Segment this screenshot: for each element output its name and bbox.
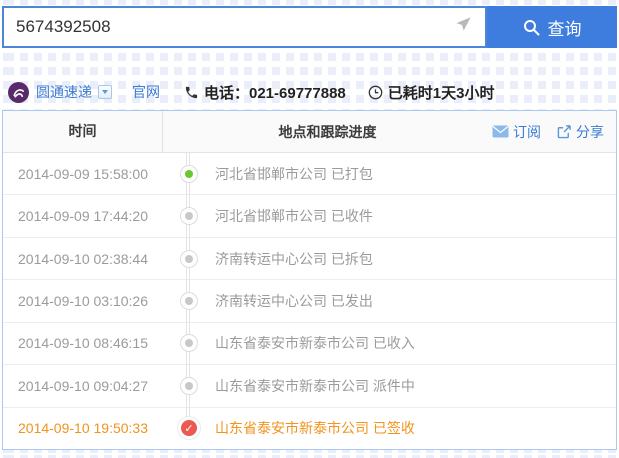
table-header: 时间 地点和跟踪进度 订阅 分享 bbox=[3, 111, 616, 153]
courier-dropdown-button[interactable] bbox=[98, 85, 112, 99]
subscribe-link[interactable]: 订阅 bbox=[492, 122, 541, 142]
row-status: 河北省邯郸市公司 已打包 bbox=[215, 165, 373, 182]
row-status: 河北省邯郸市公司 已收件 bbox=[215, 208, 373, 225]
table-row: 2014-09-09 17:44:20 河北省邯郸市公司 已收件 bbox=[3, 194, 616, 238]
timeline-dot-inner bbox=[185, 381, 193, 390]
table-body: 2014-09-09 15:58:00 河北省邯郸市公司 已打包 2014-09… bbox=[3, 152, 616, 449]
phone-group: 电话：021-69777888 bbox=[184, 82, 346, 103]
timeline-dot-icon bbox=[180, 291, 198, 310]
row-time: 2014-09-10 19:50:33 bbox=[18, 420, 148, 437]
package-tracking-page: { "search": { "value": "5674392508", "bu… bbox=[0, 0, 619, 458]
timeline-dot-icon bbox=[180, 207, 198, 226]
timeline-dot-icon bbox=[180, 249, 198, 268]
timeline-dot-inner bbox=[185, 339, 193, 348]
paper-plane-icon[interactable] bbox=[454, 15, 473, 39]
share-icon bbox=[557, 124, 572, 139]
row-time: 2014-09-10 09:04:27 bbox=[18, 377, 148, 394]
timeline-dot-inner bbox=[185, 169, 193, 178]
table-row: 2014-09-10 02:38:44 济南转运中心公司 已拆包 bbox=[3, 236, 616, 281]
search-button[interactable]: 查询 bbox=[487, 6, 617, 48]
timeline-dot-inner bbox=[185, 212, 193, 221]
phone-receiver-icon bbox=[184, 85, 199, 100]
row-time: 2014-09-09 15:58:00 bbox=[18, 165, 148, 182]
table-row: 2014-09-10 08:46:15 山东省泰安市新泰市公司 已收入 bbox=[3, 321, 616, 366]
row-time: 2014-09-10 08:46:15 bbox=[18, 335, 148, 352]
table-row: 2014-09-10 03:10:26 济南转运中心公司 已发出 bbox=[3, 279, 616, 323]
phone-number: 电话：021-69777888 bbox=[204, 84, 346, 102]
timeline-dot-icon bbox=[180, 334, 198, 353]
timeline-dot-inner: ✓ bbox=[181, 420, 197, 437]
row-status: 山东省泰安市新泰市公司 派件中 bbox=[215, 377, 415, 394]
clock-icon bbox=[368, 85, 383, 100]
row-time: 2014-09-09 17:44:20 bbox=[18, 208, 148, 225]
header-actions: 订阅 分享 bbox=[492, 122, 616, 142]
tracking-table: 时间 地点和跟踪进度 订阅 分享 2014-09-09 15:58:00 河北省… bbox=[2, 110, 617, 450]
official-site-link[interactable]: 官网 bbox=[132, 82, 160, 102]
row-time: 2014-09-10 02:38:44 bbox=[18, 250, 148, 267]
tracking-number-input[interactable] bbox=[2, 6, 487, 48]
timeline-node bbox=[163, 364, 215, 407]
timeline-dot-inner bbox=[185, 296, 193, 305]
share-label: 分享 bbox=[576, 123, 604, 140]
header-time: 时间 bbox=[3, 111, 163, 152]
envelope-icon bbox=[492, 125, 509, 138]
yto-logo bbox=[8, 81, 29, 103]
search-button-label: 查询 bbox=[547, 19, 582, 39]
timeline-dot-inner bbox=[185, 254, 193, 263]
timeline-dot-icon: ✓ bbox=[177, 416, 201, 441]
timeline-node bbox=[163, 236, 215, 280]
timeline-node bbox=[163, 194, 215, 237]
tracking-input-wrap bbox=[2, 6, 487, 48]
search-bar: 查询 bbox=[2, 6, 617, 48]
timeline-dot-icon bbox=[180, 376, 198, 395]
courier-bar: 圆通速递 官网 电话：021-69777888 已耗时1天3小时 bbox=[8, 80, 516, 104]
table-row: 2014-09-10 09:04:27 山东省泰安市新泰市公司 派件中 bbox=[3, 364, 616, 408]
timeline-node bbox=[163, 152, 215, 195]
elapsed-group: 已耗时1天3小时 bbox=[368, 82, 495, 103]
share-link[interactable]: 分享 bbox=[557, 122, 604, 142]
elapsed-time: 已耗时1天3小时 bbox=[387, 84, 495, 102]
row-status: 济南转运中心公司 已拆包 bbox=[215, 250, 373, 267]
timeline-dot-icon bbox=[180, 164, 198, 183]
timeline-node bbox=[163, 321, 215, 365]
magnifier-icon bbox=[523, 19, 540, 36]
row-status: 济南转运中心公司 已发出 bbox=[215, 292, 373, 309]
timeline-node bbox=[163, 279, 215, 322]
row-status: 山东省泰安市新泰市公司 已收入 bbox=[215, 335, 415, 352]
courier-name-link[interactable]: 圆通速递 bbox=[36, 82, 92, 102]
timeline-node: ✓ bbox=[163, 406, 215, 449]
table-row: 2014-09-09 15:58:00 河北省邯郸市公司 已打包 bbox=[3, 152, 616, 196]
row-status: 山东省泰安市新泰市公司 已签收 bbox=[215, 420, 415, 437]
header-progress: 地点和跟踪进度 bbox=[278, 123, 377, 140]
row-time: 2014-09-10 03:10:26 bbox=[18, 292, 148, 309]
table-row: 2014-09-10 19:50:33 ✓ 山东省泰安市新泰市公司 已签收 bbox=[3, 406, 616, 449]
subscribe-label: 订阅 bbox=[513, 123, 541, 140]
chevron-down-icon bbox=[102, 90, 108, 94]
